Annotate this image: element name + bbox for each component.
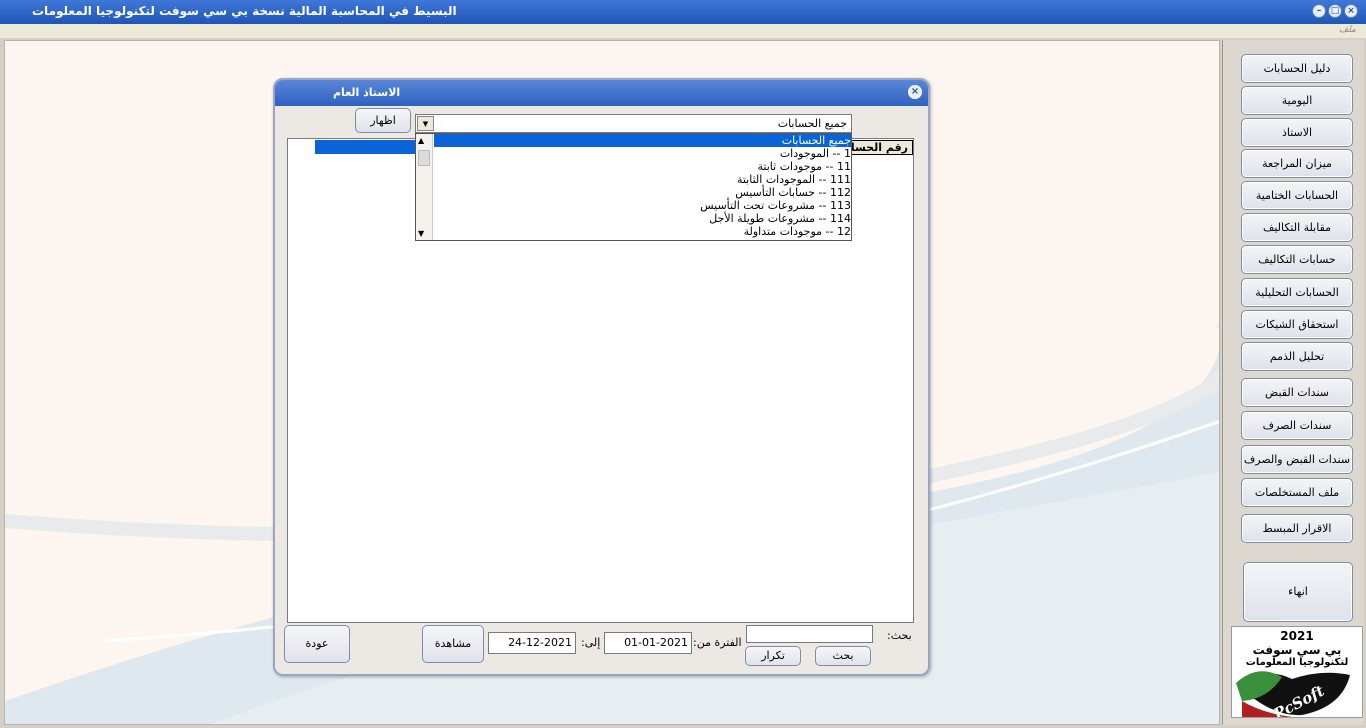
dropdown-option[interactable]: 114 -- مشروعات طويلة الأجل <box>434 212 851 225</box>
search-button[interactable]: بحث <box>815 646 871 666</box>
scroll-thumb[interactable] <box>418 150 430 166</box>
minimize-icon[interactable]: – <box>1312 4 1326 18</box>
exit-button[interactable]: انهاء <box>1243 562 1353 622</box>
logo-graphic: PcSoft <box>1236 671 1350 717</box>
view-button[interactable]: مشاهدة <box>422 625 484 663</box>
account-dropdown-list[interactable]: ▲ ▼ جميع الحسابات 1 -- الموجودات 11 -- م… <box>415 133 852 241</box>
chevron-down-icon[interactable]: ▼ <box>417 116 434 131</box>
period-to-field[interactable]: 24-12-2021 <box>488 632 576 654</box>
dialog-title: الاستاذ العام <box>333 86 401 99</box>
dropdown-option[interactable]: 111 -- الموجودات الثابتة <box>434 173 851 186</box>
sidebar-item-payment-vouchers[interactable]: سندات الصرف <box>1241 411 1353 440</box>
sidebar-item-receivables-analysis[interactable]: تحليل الذمم <box>1241 342 1353 371</box>
dropdown-option[interactable]: 1 -- الموجودات <box>434 147 851 160</box>
sidebar-item-final-accounts[interactable]: الحسابات الختامية <box>1241 181 1353 210</box>
menu-bar: ملف <box>0 24 1366 38</box>
dialog-title-bar: الاستاذ العام × <box>275 80 928 106</box>
window-controls: – □ × <box>1312 4 1358 18</box>
app-title: البسيط في المحاسبة المالية نسخة بي سي سو… <box>32 4 457 18</box>
dropdown-option[interactable]: 112 -- حسابات التأسيس <box>434 186 851 199</box>
account-select[interactable]: جميع الحسابات ▼ <box>415 114 852 133</box>
general-ledger-dialog: الاستاذ العام × اظهار جميع الحسابات ▼ رق… <box>273 78 930 676</box>
close-icon[interactable]: × <box>908 85 922 99</box>
right-panel: دليل الحسابات اليومية الاستاذ ميزان المر… <box>1222 40 1364 725</box>
sidebar-item-trial-balance[interactable]: ميزان المراجعة <box>1241 149 1353 178</box>
back-button[interactable]: عودة <box>284 625 350 663</box>
dropdown-scrollbar[interactable]: ▲ ▼ <box>416 134 433 240</box>
sidebar-item-extracts-file[interactable]: ملف المستخلصات <box>1241 478 1353 507</box>
grid-selected-row <box>315 140 425 154</box>
account-select-value: جميع الحسابات <box>777 117 847 130</box>
show-button[interactable]: اظهار <box>355 108 411 133</box>
period-from-field[interactable]: 01-01-2021 <box>604 632 692 654</box>
repeat-button[interactable]: تكرار <box>745 646 801 666</box>
sidebar-item-cost-accounts[interactable]: حسابات التكاليف <box>1241 245 1353 274</box>
sidebar-item-ledger[interactable]: الاستاذ <box>1241 118 1353 147</box>
period-from-label: الفترة من: <box>693 636 742 649</box>
dropdown-option[interactable]: 113 -- مشروعات تحت التأسيس <box>434 199 851 212</box>
close-icon[interactable]: × <box>1344 4 1358 18</box>
scroll-up-icon[interactable]: ▲ <box>418 136 424 145</box>
restore-icon[interactable]: □ <box>1328 4 1342 18</box>
sidebar-item-cheque-due[interactable]: استحقاق الشيكات <box>1241 310 1353 339</box>
sidebar-item-receipt-vouchers[interactable]: سندات القبض <box>1241 378 1353 407</box>
scroll-down-icon[interactable]: ▼ <box>418 229 424 238</box>
period-to-label: إلى: <box>581 636 601 649</box>
dropdown-option[interactable]: جميع الحسابات <box>434 134 851 147</box>
sidebar-item-receipt-payment-vouchers[interactable]: سندات القبض والصرف <box>1241 445 1353 474</box>
sidebar-item-simple-declaration[interactable]: الاقرار المبسط <box>1241 514 1353 543</box>
sidebar-item-journal[interactable]: اليومية <box>1241 86 1353 115</box>
search-label: بحث: <box>887 629 912 642</box>
title-bar: البسيط في المحاسبة المالية نسخة بي سي سو… <box>0 0 1366 24</box>
search-input[interactable] <box>746 625 873 643</box>
sidebar-item-cost-matching[interactable]: مقابلة التكاليف <box>1241 213 1353 242</box>
sidebar-item-chart-of-accounts[interactable]: دليل الحسابات <box>1241 54 1353 83</box>
dropdown-option[interactable]: 12 -- موجودات متداولة <box>434 225 851 238</box>
company-logo: 2021 بي سي سوفت لتكنولوجيا المعلومات PcS… <box>1231 626 1363 718</box>
dropdown-option[interactable]: 11 -- موجودات ثابتة <box>434 160 852 173</box>
menu-file[interactable]: ملف <box>1339 25 1356 35</box>
sidebar-item-analytical-accounts[interactable]: الحسابات التحليلية <box>1241 278 1353 307</box>
